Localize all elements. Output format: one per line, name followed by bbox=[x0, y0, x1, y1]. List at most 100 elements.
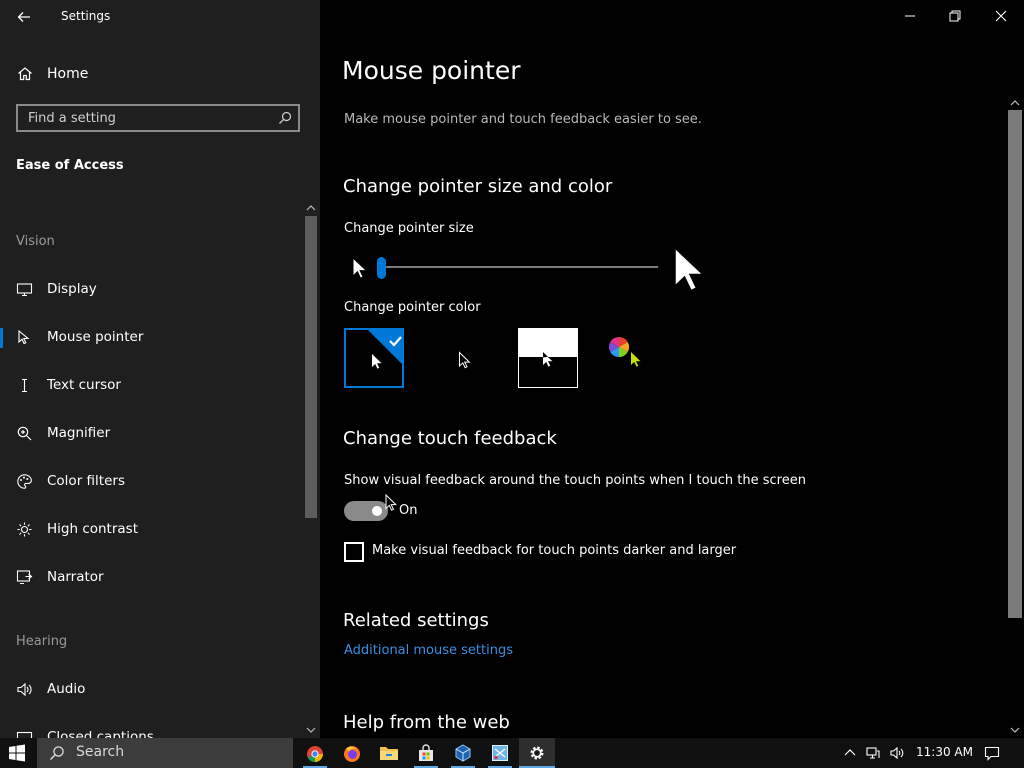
back-arrow-icon bbox=[17, 12, 30, 22]
taskbar-search-placeholder: Search bbox=[76, 744, 125, 760]
color-wheel-icon bbox=[608, 336, 630, 358]
taskbar-settings[interactable] bbox=[519, 738, 555, 768]
snipping-tool-icon bbox=[492, 745, 508, 761]
home-label: Home bbox=[47, 66, 89, 82]
sidebar-item-label: Narrator bbox=[47, 569, 104, 585]
additional-mouse-settings-link[interactable]: Additional mouse settings bbox=[344, 643, 513, 658]
display-icon bbox=[16, 281, 33, 298]
main-content: Mouse pointer Make mouse pointer and tou… bbox=[320, 0, 1024, 738]
settings-icon bbox=[530, 746, 544, 760]
toggle-state-label: On bbox=[399, 503, 418, 518]
taskbar: Search 11:30 AM bbox=[0, 738, 1024, 768]
back-button[interactable] bbox=[16, 9, 32, 25]
main-scroll-down-icon[interactable] bbox=[1010, 726, 1020, 734]
mouse-cursor-icon bbox=[385, 494, 397, 511]
related-settings-heading: Related settings bbox=[343, 610, 489, 631]
virtualbox-icon bbox=[455, 744, 471, 762]
pointer-size-label: Change pointer size bbox=[344, 221, 474, 236]
show-hidden-icons-chevron-icon[interactable] bbox=[842, 745, 858, 761]
sidebar-item-display[interactable]: Display bbox=[0, 274, 300, 304]
sidebar-item-label: Display bbox=[47, 281, 97, 297]
sidebar-item-label: Closed captions bbox=[47, 729, 154, 738]
search-icon bbox=[49, 745, 65, 761]
taskbar-search-box[interactable]: Search bbox=[37, 738, 293, 768]
high-contrast-icon bbox=[16, 521, 33, 538]
taskbar-store[interactable] bbox=[408, 738, 444, 768]
inverted-pointer-icon bbox=[543, 352, 553, 367]
closed-captions-icon bbox=[16, 729, 33, 738]
pointer-size-slider-thumb[interactable] bbox=[377, 257, 386, 279]
close-icon bbox=[995, 10, 1007, 22]
touch-feedback-toggle[interactable] bbox=[344, 501, 388, 521]
taskbar-chrome[interactable] bbox=[297, 738, 333, 768]
taskbar-snipping-tool[interactable] bbox=[482, 738, 518, 768]
white-pointer-icon bbox=[372, 354, 382, 369]
pointer-size-slider-track[interactable] bbox=[380, 266, 658, 268]
main-scroll-up-icon[interactable] bbox=[1010, 99, 1020, 107]
group-title-hearing: Hearing bbox=[16, 634, 68, 649]
find-setting-input[interactable]: Find a setting bbox=[16, 104, 300, 132]
home-nav-item[interactable]: Home bbox=[16, 64, 88, 84]
section-title: Ease of Access bbox=[16, 158, 124, 173]
minimize-icon bbox=[905, 15, 915, 17]
taskbar-file-explorer[interactable] bbox=[371, 738, 407, 768]
store-icon bbox=[419, 744, 433, 761]
toggle-knob bbox=[372, 506, 382, 516]
sidebar-scrollbar-thumb[interactable] bbox=[305, 216, 317, 518]
search-icon bbox=[278, 111, 292, 125]
volume-icon[interactable] bbox=[889, 745, 905, 761]
home-icon bbox=[16, 65, 34, 83]
taskbar-clock[interactable]: 11:30 AM bbox=[916, 745, 973, 759]
sidebar-item-mouse-pointer[interactable]: Mouse pointer bbox=[0, 322, 300, 352]
touch-feedback-label: Show visual feedback around the touch po… bbox=[344, 473, 806, 488]
small-pointer-icon bbox=[352, 257, 368, 279]
sidebar-item-magnifier[interactable]: Magnifier bbox=[0, 418, 300, 448]
pointer-color-black-option[interactable] bbox=[434, 328, 494, 388]
narrator-icon bbox=[16, 569, 33, 586]
notifications-icon[interactable] bbox=[984, 745, 1000, 761]
close-button[interactable] bbox=[991, 6, 1011, 26]
search-placeholder: Find a setting bbox=[28, 111, 116, 126]
restore-button[interactable] bbox=[945, 6, 965, 26]
pointer-color-custom-option[interactable] bbox=[600, 328, 660, 388]
pointer-color-label: Change pointer color bbox=[344, 300, 481, 315]
sidebar-item-audio[interactable]: Audio bbox=[0, 674, 300, 704]
start-button[interactable] bbox=[8, 744, 26, 762]
network-icon[interactable] bbox=[865, 745, 881, 761]
sidebar-item-text-cursor[interactable]: Text cursor bbox=[0, 370, 300, 400]
color-filters-icon bbox=[16, 473, 33, 490]
restore-icon bbox=[949, 10, 961, 22]
firefox-icon bbox=[344, 746, 360, 762]
sidebar-item-label: Magnifier bbox=[47, 425, 111, 441]
taskbar-virtualbox[interactable] bbox=[445, 738, 481, 768]
minimize-button[interactable] bbox=[900, 6, 920, 26]
sidebar-item-label: Audio bbox=[47, 681, 86, 697]
darker-feedback-label: Make visual feedback for touch points da… bbox=[372, 543, 737, 558]
scroll-down-arrow-icon[interactable] bbox=[306, 726, 316, 734]
help-heading: Help from the web bbox=[343, 712, 510, 733]
settings-sidebar: Settings Home Find a setting Ease of Acc… bbox=[0, 0, 320, 738]
darker-feedback-checkbox[interactable] bbox=[344, 542, 364, 562]
sidebar-item-label: Mouse pointer bbox=[47, 329, 144, 345]
chrome-icon bbox=[307, 746, 323, 762]
scroll-up-arrow-icon[interactable] bbox=[306, 204, 316, 212]
magnifier-icon bbox=[16, 425, 33, 442]
group-title-vision: Vision bbox=[16, 234, 55, 249]
sidebar-item-color-filters[interactable]: Color filters bbox=[0, 466, 300, 496]
sidebar-item-closed-captions[interactable]: Closed captions bbox=[0, 722, 300, 738]
pointer-color-white-option[interactable] bbox=[344, 328, 404, 388]
file-explorer-icon bbox=[380, 747, 398, 760]
app-title: Settings bbox=[61, 9, 111, 23]
pointer-section-heading: Change pointer size and color bbox=[343, 176, 613, 197]
sidebar-item-narrator[interactable]: Narrator bbox=[0, 562, 300, 592]
mouse-pointer-icon bbox=[16, 329, 33, 346]
sidebar-item-label: High contrast bbox=[47, 521, 138, 537]
taskbar-firefox[interactable] bbox=[334, 738, 370, 768]
pointer-color-inverted-option[interactable] bbox=[518, 328, 578, 388]
page-title: Mouse pointer bbox=[342, 56, 521, 85]
sidebar-item-high-contrast[interactable]: High contrast bbox=[0, 514, 300, 544]
page-description: Make mouse pointer and touch feedback ea… bbox=[344, 112, 702, 127]
windows-logo-icon bbox=[9, 744, 25, 762]
main-scrollbar-thumb[interactable] bbox=[1008, 110, 1022, 618]
black-pointer-icon bbox=[459, 351, 471, 369]
